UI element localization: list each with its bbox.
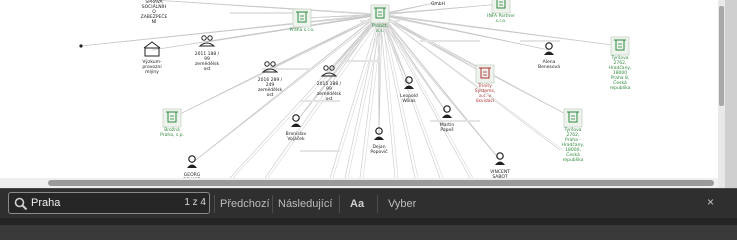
- node-2015-label: 2015 188 / 99 zemědělsk ost: [316, 82, 342, 102]
- edge-annotation: [230, 12, 300, 14]
- node-bronislav[interactable]: [291, 114, 301, 127]
- divider: [377, 195, 378, 213]
- horizontal-scrollbar[interactable]: [0, 178, 718, 188]
- node-gmbh-label: GmbH: [430, 2, 446, 7]
- node-2016-label: 2016 289 / 249 zemědělsk ost: [257, 78, 283, 98]
- vertical-scrollbar-thumb[interactable]: [719, 6, 724, 106]
- match-count: 1 z 4: [184, 197, 206, 208]
- node-praha-green-label: Praha s.r.o.: [289, 28, 315, 33]
- node-tyrsova-2[interactable]: [563, 108, 583, 128]
- graph-canvas[interactable]: SPRÁVA SOCIÁLNÍH O ZABEZPEČE NÍ Výzkum- p…: [0, 0, 737, 188]
- vertical-scrollbar[interactable]: [718, 0, 725, 188]
- edge-line: [80, 14, 379, 47]
- node-brozna[interactable]: [162, 108, 182, 128]
- node-dot[interactable]: [79, 44, 83, 48]
- divider: [214, 195, 215, 213]
- node-2016[interactable]: [261, 61, 279, 73]
- select-button[interactable]: Vyber: [388, 198, 416, 210]
- node-tyrsova-2-label: Tyršova 2762, Praha - Hradčany, 18000, Č…: [561, 128, 585, 163]
- node-vyskum-label: Výzkum- provozní mlýny: [142, 60, 162, 75]
- search-box[interactable]: 1 z 4: [8, 192, 210, 214]
- node-alena[interactable]: [544, 42, 554, 55]
- next-button[interactable]: Následující: [278, 198, 332, 210]
- node-tyrsova-1-label: Tyršova 2762, Hradčany, 18000 Praha 8, Č…: [608, 56, 632, 91]
- horizontal-scrollbar-thumb[interactable]: [48, 180, 714, 186]
- edge-annotation: [430, 120, 480, 122]
- node-probitt-label: Probitt, a.s.: [371, 24, 389, 34]
- divider: [272, 195, 273, 213]
- node-praha-green[interactable]: [292, 8, 312, 28]
- node-probitt[interactable]: [370, 4, 390, 24]
- side-panel-edge: [725, 0, 737, 188]
- edge-line: [377, 14, 550, 51]
- close-icon[interactable]: ×: [707, 195, 714, 209]
- status-strip: [0, 218, 737, 225]
- node-trinity-label: Trinity Systems, a.s. v likvidaci: [474, 84, 496, 104]
- node-leopold-label: Leopold Wölas: [400, 94, 418, 104]
- edge-annotation: [520, 40, 560, 42]
- edge-annotation: [300, 150, 340, 152]
- find-bar: 1 z 4 Předchozí Následující Aa Vyber ×: [0, 188, 737, 219]
- node-bronislav-label: Bronislav Vojáček: [285, 132, 307, 142]
- node-2011-label: 2011 188 / 99 zemědělsk ost: [194, 52, 220, 72]
- node-brozna-label: Brožná Praha, s.p.: [160, 128, 184, 138]
- node-vincent[interactable]: [495, 152, 505, 165]
- node-tyrsova-1[interactable]: [610, 36, 630, 56]
- node-infa[interactable]: [491, 0, 511, 14]
- previous-button[interactable]: Předchozí: [220, 198, 270, 210]
- node-infa-label: INFA Partner s.r.o.: [487, 14, 515, 24]
- node-dejan-label: Dejan Popović: [370, 145, 388, 155]
- node-alena-label: Alena Benesová: [538, 60, 560, 70]
- search-icon: [14, 197, 28, 211]
- node-martin-label: Martin Papeš: [439, 123, 455, 133]
- match-case-button[interactable]: Aa: [350, 198, 364, 210]
- node-trinity[interactable]: [475, 64, 495, 84]
- node-georg[interactable]: [187, 155, 197, 168]
- edge-annotation: [340, 60, 380, 62]
- edge-annotation: [420, 40, 480, 42]
- divider: [339, 195, 340, 213]
- node-sprava-label: SPRÁVA SOCIÁLNÍH O ZABEZPEČE NÍ: [140, 0, 168, 25]
- node-martin[interactable]: [442, 105, 452, 118]
- search-input[interactable]: [31, 195, 161, 211]
